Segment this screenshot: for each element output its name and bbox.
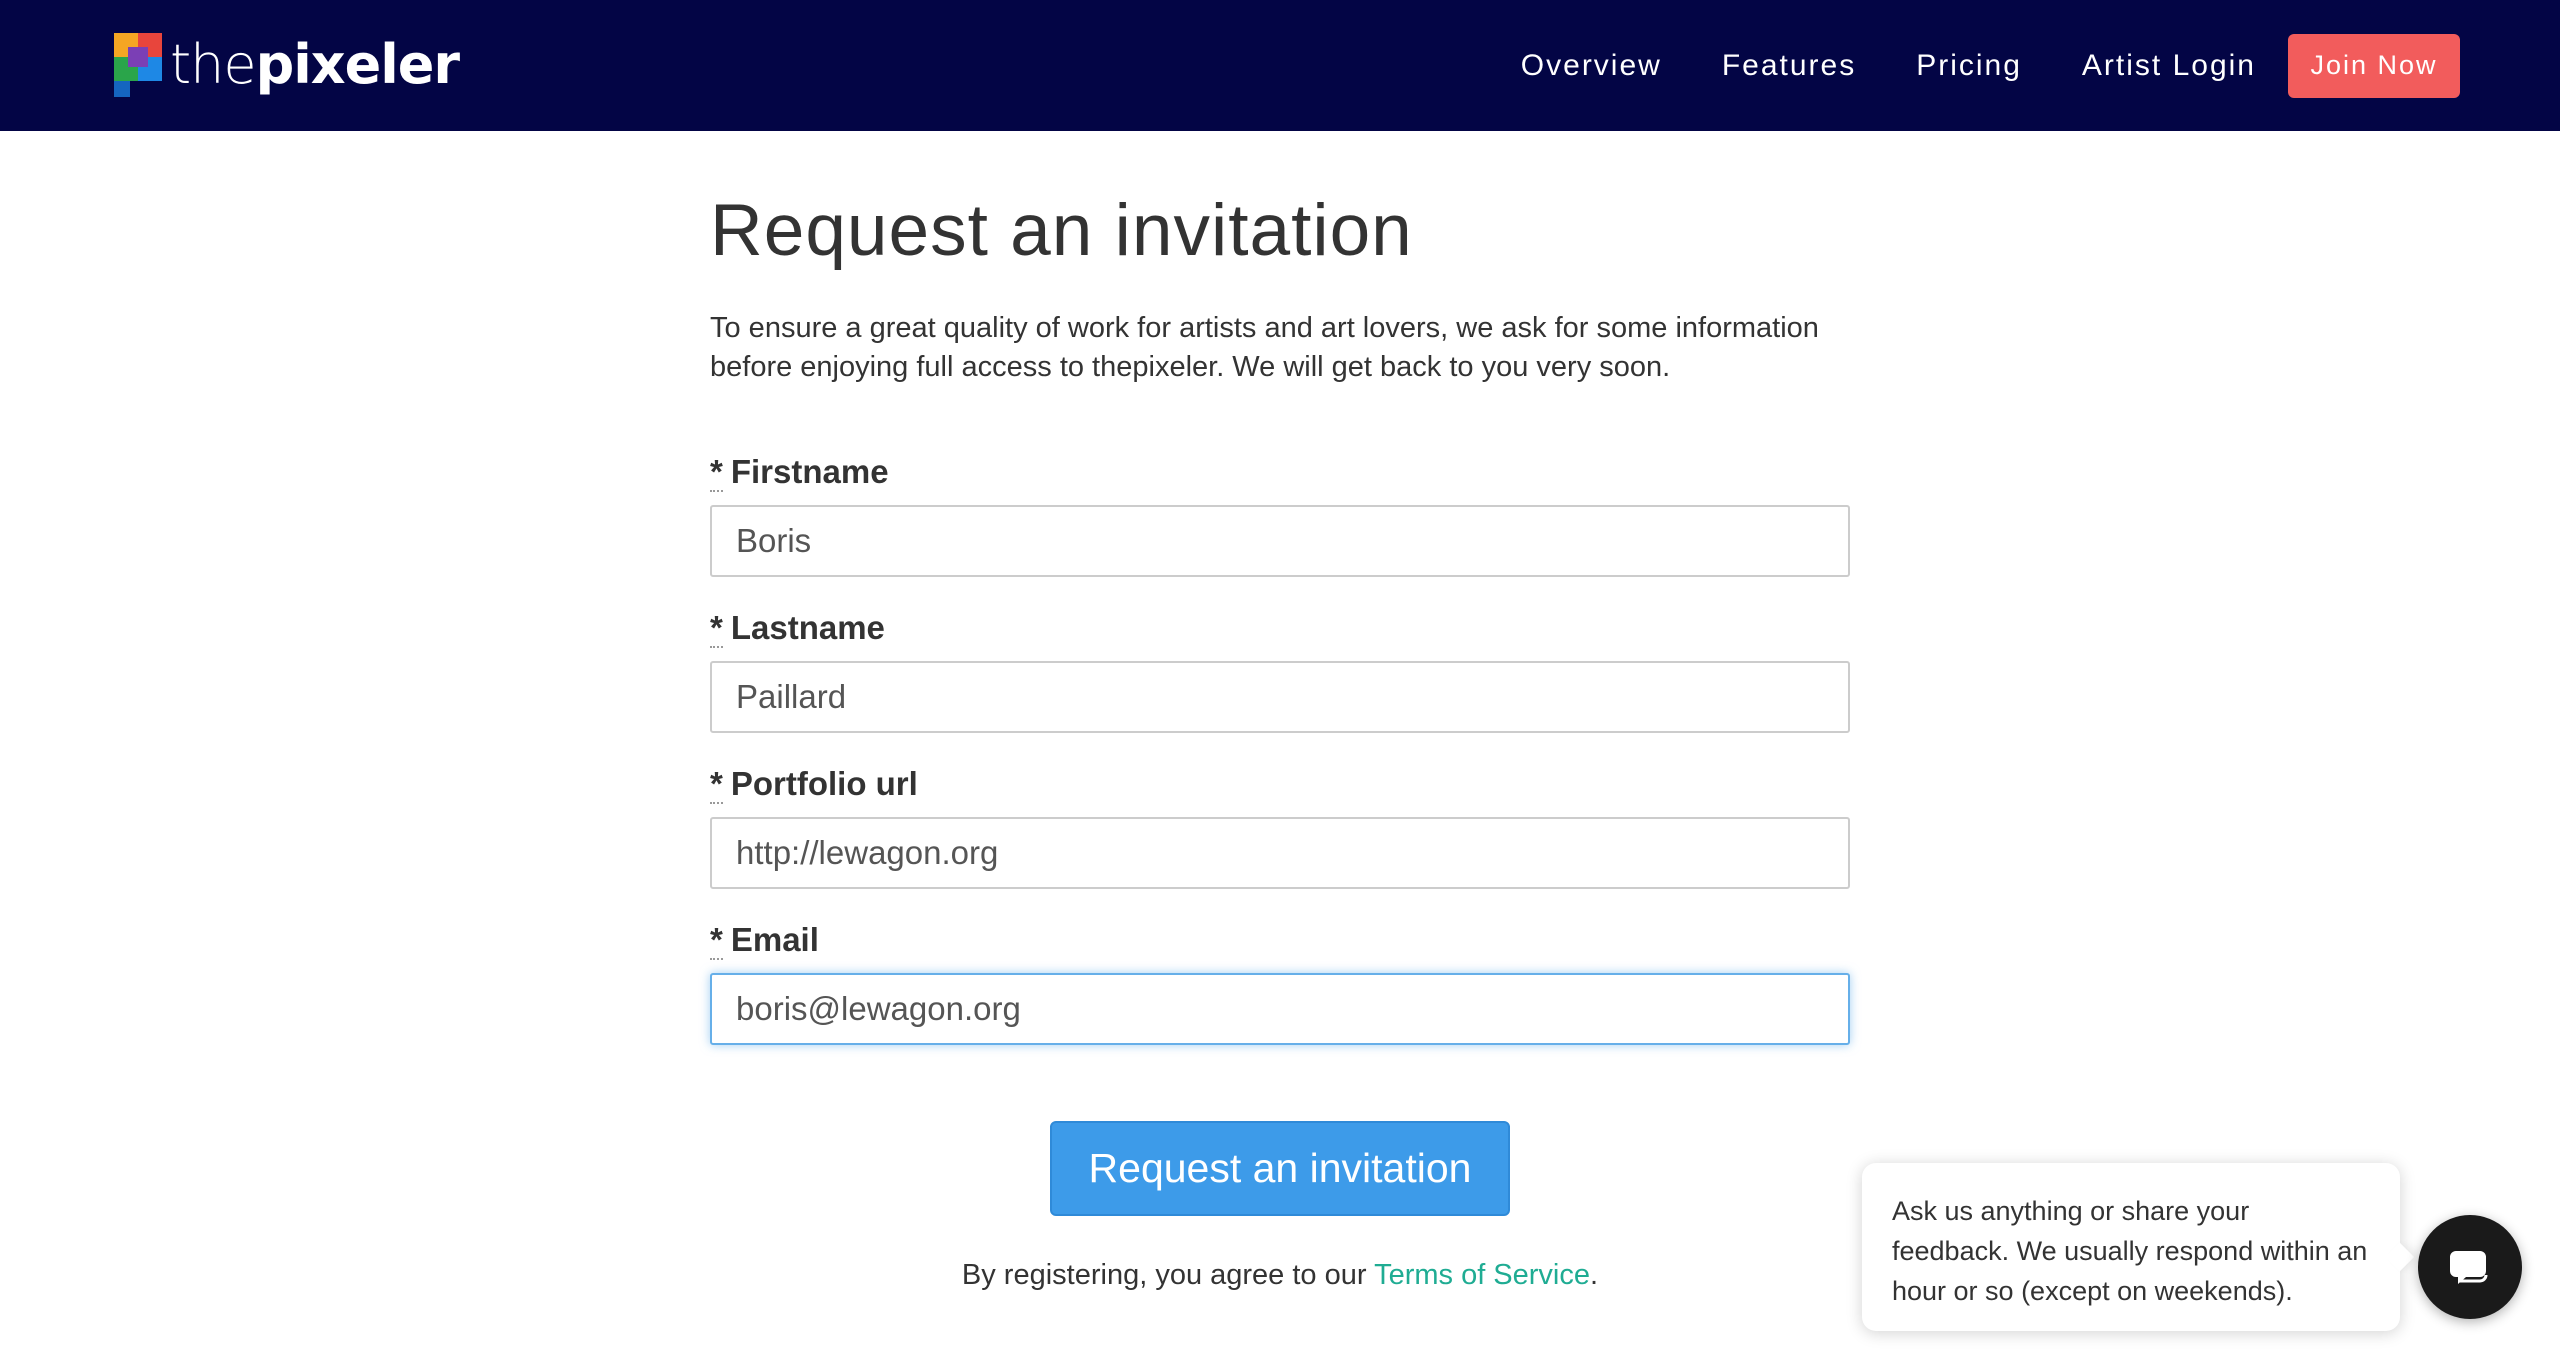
required-marker: * — [710, 453, 723, 492]
lastname-label: * Lastname — [710, 609, 885, 648]
terms-of-service-link[interactable]: Terms of Service — [1374, 1259, 1590, 1291]
email-input[interactable] — [710, 973, 1850, 1045]
intro-text: To ensure a great quality of work for ar… — [710, 312, 1819, 383]
chat-launcher-button[interactable] — [2418, 1215, 2522, 1319]
portfolio-url-label: * Portfolio url — [710, 765, 918, 804]
required-marker: * — [710, 765, 723, 804]
firstname-label: * Firstname — [710, 453, 889, 492]
nav-overview-link[interactable]: Overview — [1521, 49, 1662, 83]
nav-features-link[interactable]: Features — [1722, 49, 1856, 83]
chat-welcome-message: Ask us anything or share your feedback. … — [1892, 1196, 2368, 1306]
required-marker: * — [710, 609, 723, 648]
chat-icon — [2450, 1251, 2488, 1284]
firstname-field-group: * Firstname — [710, 451, 1850, 577]
brand-logo[interactable]: thepixeler — [114, 32, 460, 98]
email-label: * Email — [710, 921, 819, 960]
portfolio-url-input[interactable] — [710, 817, 1850, 889]
join-now-button[interactable]: Join Now — [2288, 33, 2460, 98]
request-invitation-button[interactable]: Request an invitation — [1050, 1121, 1510, 1216]
pixeler-logo-icon — [114, 33, 162, 97]
lastname-field-group: * Lastname — [710, 607, 1850, 733]
brand-wordmark: thepixeler — [170, 33, 460, 96]
terms-notice: By registering, you agree to our Terms o… — [961, 1259, 1599, 1291]
email-field-group: * Email — [710, 919, 1850, 1045]
chat-welcome-bubble[interactable]: Ask us anything or share your feedback. … — [1862, 1163, 2400, 1331]
lastname-input[interactable] — [710, 661, 1850, 733]
required-marker: * — [710, 921, 723, 960]
page-title: Request an invitation — [710, 190, 1413, 271]
nav-artist-login-link[interactable]: Artist Login — [2082, 49, 2256, 83]
nav-pricing-link[interactable]: Pricing — [1916, 49, 2022, 83]
nav-links: Overview Features Pricing Artist Login J… — [1521, 0, 2560, 131]
firstname-input[interactable] — [710, 505, 1850, 577]
top-navbar: thepixeler Overview Features Pricing Art… — [0, 0, 2560, 131]
portfolio-url-field-group: * Portfolio url — [710, 763, 1850, 889]
